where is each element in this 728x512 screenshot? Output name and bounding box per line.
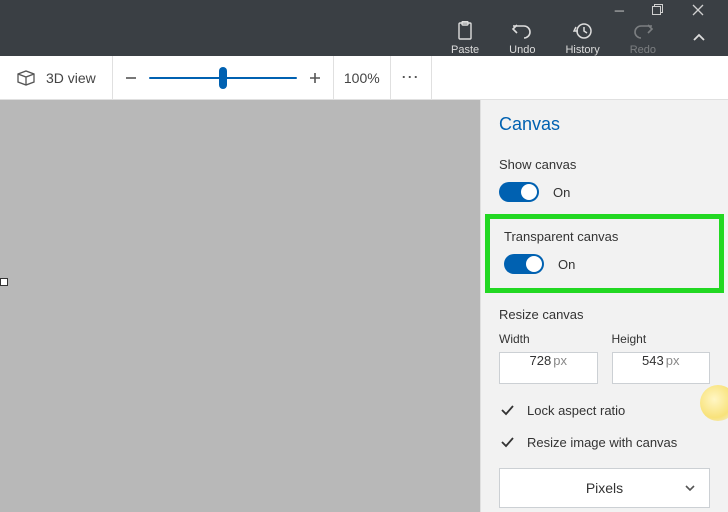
height-unit: px [664, 353, 680, 368]
transparent-canvas-highlight: Transparent canvas On [485, 214, 724, 293]
rotate-flip-label: Rotate and flip [481, 508, 728, 512]
resize-image-with-canvas-checkbox[interactable]: Resize image with canvas [481, 426, 728, 458]
undo-icon [511, 20, 533, 42]
lock-aspect-ratio-checkbox[interactable]: Lock aspect ratio [481, 394, 728, 426]
chevron-up-icon [691, 30, 707, 46]
redo-icon [632, 20, 654, 42]
undo-button[interactable]: Undo [509, 20, 535, 56]
checkmark-icon [499, 402, 515, 418]
clipboard-icon [456, 20, 474, 42]
transparent-canvas-state: On [558, 257, 575, 272]
canvas-workspace[interactable] [0, 100, 480, 512]
height-input[interactable]: 543px [612, 352, 711, 384]
transparent-canvas-toggle[interactable] [504, 254, 544, 274]
collapse-ribbon-button[interactable] [686, 25, 712, 51]
undo-label: Undo [509, 44, 535, 56]
resize-with-canvas-label: Resize image with canvas [527, 435, 677, 450]
show-canvas-toggle[interactable] [499, 182, 539, 202]
window-close-button[interactable] [692, 4, 704, 16]
canvas-side-panel: Canvas Show canvas On Transparent canvas… [480, 100, 728, 512]
checkmark-icon [499, 434, 515, 450]
width-label: Width [499, 332, 598, 346]
window-restore-button[interactable] [652, 4, 664, 16]
lock-aspect-label: Lock aspect ratio [527, 403, 625, 418]
show-canvas-label: Show canvas [499, 157, 710, 172]
3d-view-label: 3D view [46, 70, 96, 86]
zoom-level-label: 100% [334, 70, 390, 86]
history-icon [573, 20, 593, 42]
height-value: 543 [642, 353, 664, 368]
plus-icon [307, 70, 323, 86]
3d-view-button[interactable]: 3D view [0, 69, 112, 87]
width-input[interactable]: 728px [499, 352, 598, 384]
zoom-slider[interactable] [149, 56, 297, 100]
panel-title: Canvas [481, 114, 728, 149]
history-label: History [565, 44, 599, 56]
divider [431, 56, 432, 100]
paste-label: Paste [451, 44, 479, 56]
width-value: 728 [530, 353, 552, 368]
paste-button[interactable]: Paste [451, 20, 479, 56]
tutorial-highlight-dot [700, 385, 728, 421]
width-unit: px [551, 353, 567, 368]
zoom-in-button[interactable] [297, 60, 333, 96]
height-label: Height [612, 332, 711, 346]
redo-button: Redo [630, 20, 656, 56]
unit-select-value: Pixels [586, 480, 623, 496]
chevron-down-icon [683, 481, 697, 495]
minus-icon [123, 70, 139, 86]
ellipsis-icon: ⋯ [401, 67, 421, 88]
canvas-resize-handle[interactable] [0, 278, 8, 286]
show-canvas-state: On [553, 185, 570, 200]
cube-icon [16, 69, 36, 87]
redo-label: Redo [630, 44, 656, 56]
history-button[interactable]: History [565, 20, 599, 56]
unit-select[interactable]: Pixels [499, 468, 710, 508]
zoom-out-button[interactable] [113, 60, 149, 96]
window-minimize-button[interactable]: ─ [615, 4, 624, 17]
more-menu-button[interactable]: ⋯ [391, 67, 431, 88]
transparent-canvas-label: Transparent canvas [504, 229, 705, 244]
resize-canvas-label: Resize canvas [481, 301, 728, 332]
